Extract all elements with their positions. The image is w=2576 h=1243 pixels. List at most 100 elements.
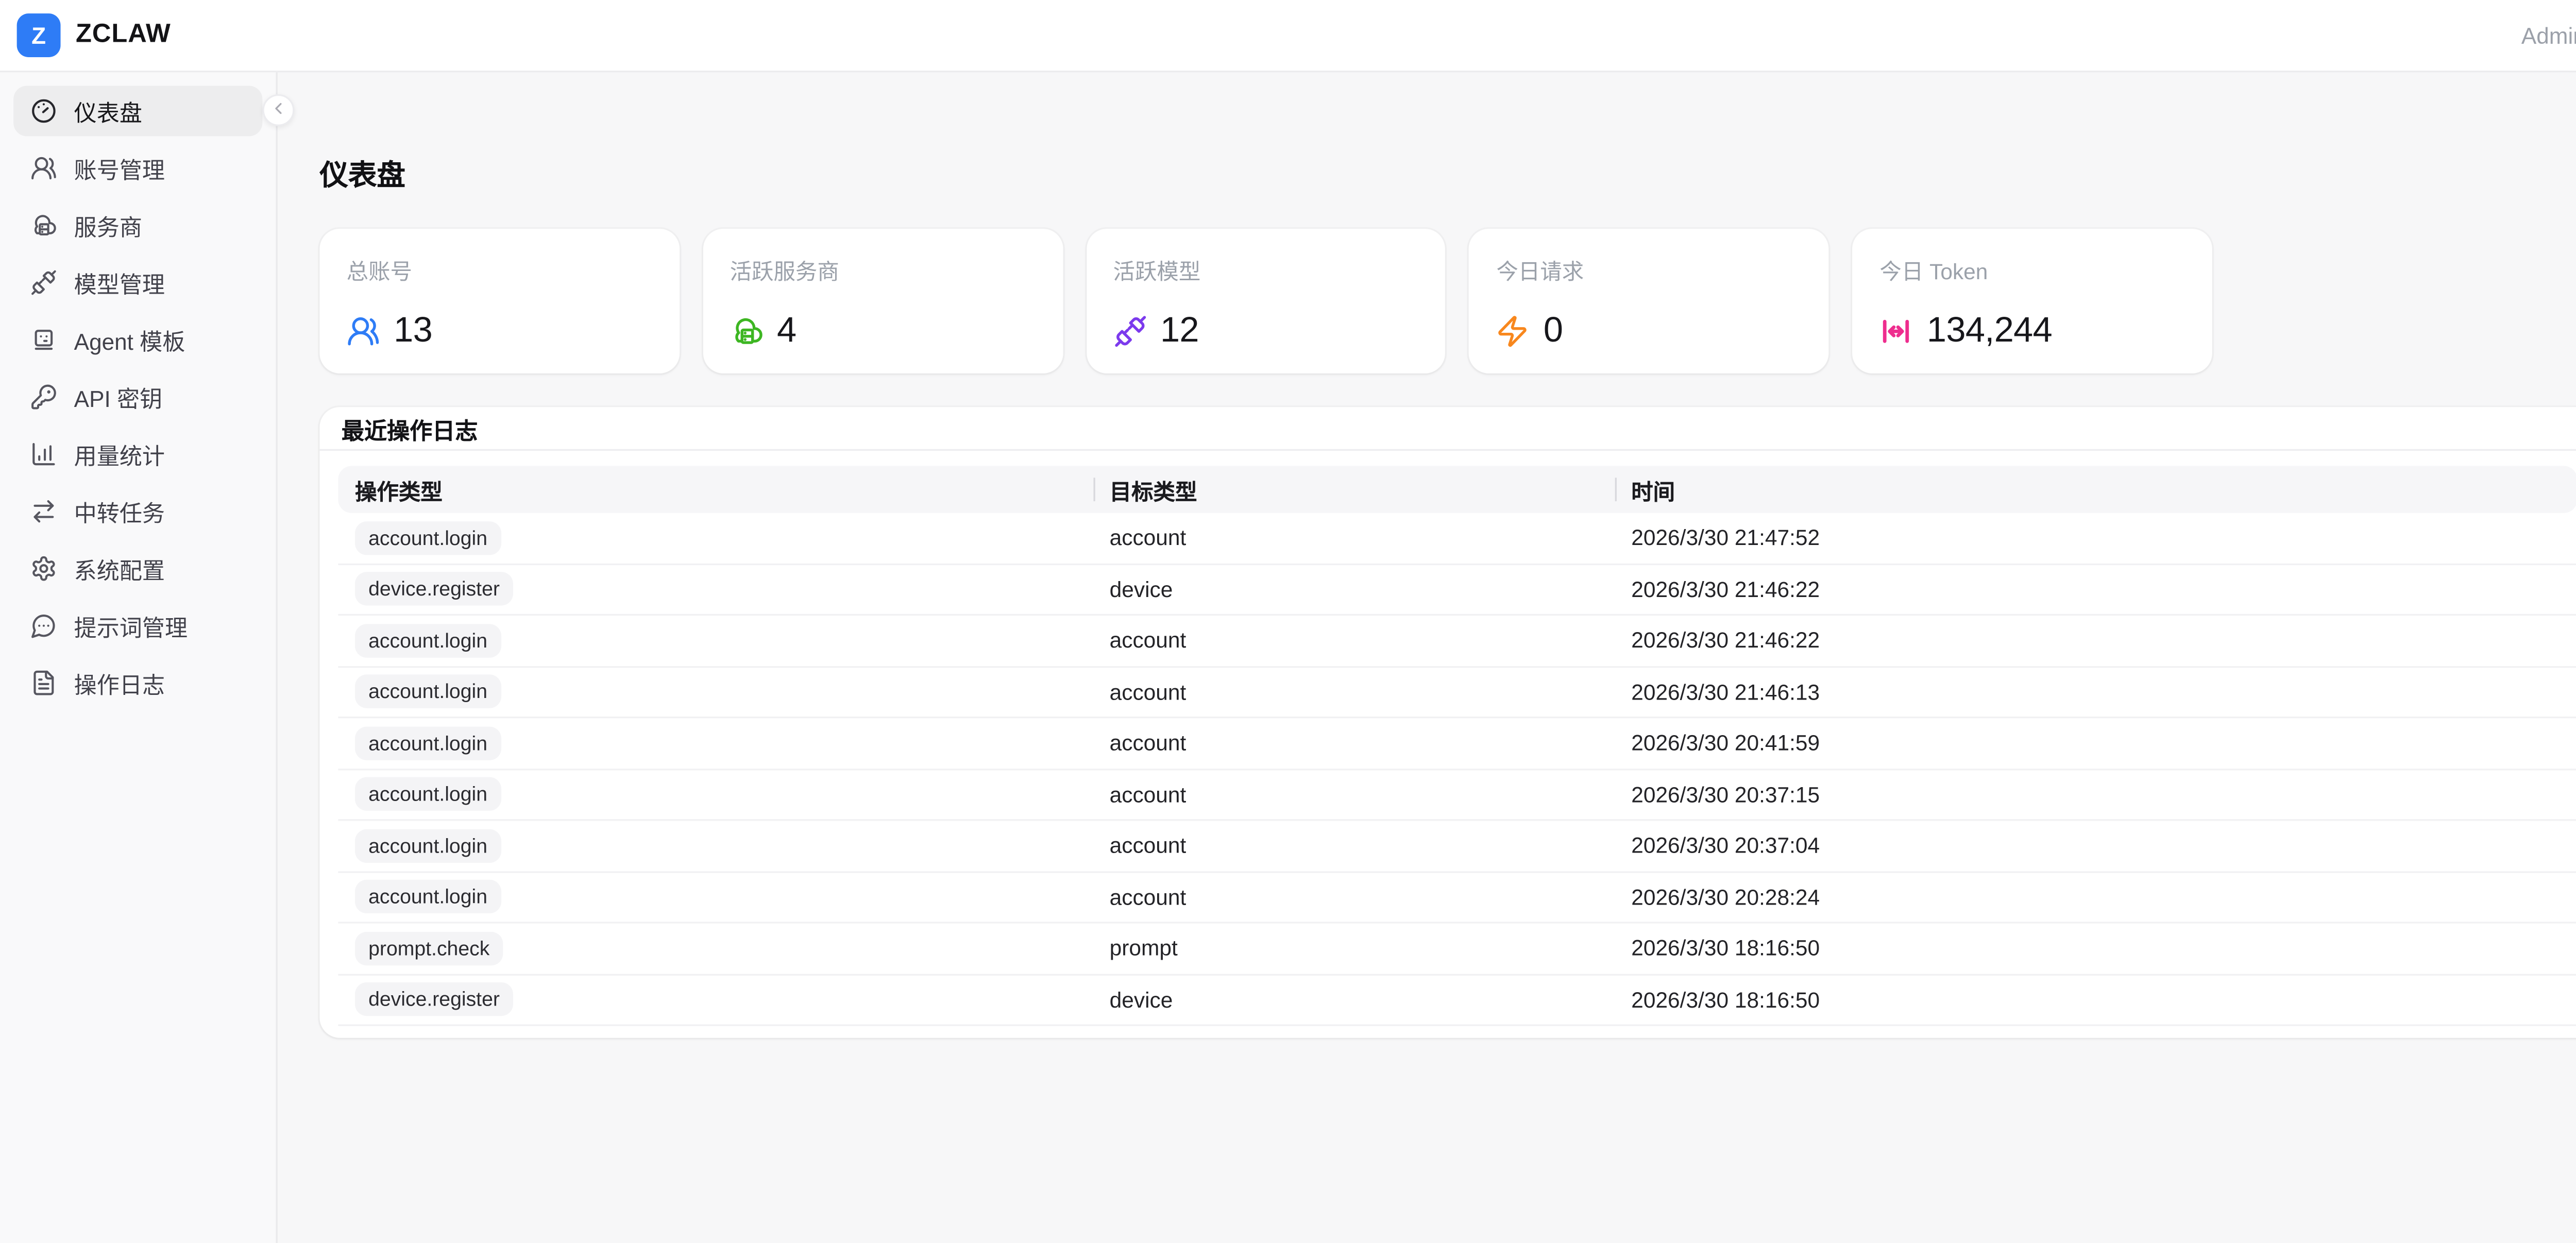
time-cell: 2026/3/30 21:46:22 <box>1615 576 2576 602</box>
brand-logo-letter: Z <box>31 22 46 48</box>
app-header: Z ZCLAW Admin <box>0 0 2576 72</box>
stat-label: 活跃服务商 <box>730 254 1036 286</box>
bot-icon <box>30 326 57 353</box>
sidebar-nav: 仪表盘账号管理服务商模型管理 Agent 模板 API 密钥用量统计中转任务系统配置… <box>13 86 262 708</box>
sidebar-item-label: 系统配置 <box>74 552 165 585</box>
table-row: prompt.checkprompt2026/3/30 18:16:50 <box>338 924 2576 975</box>
sidebar-item-0[interactable]: 仪表盘 <box>13 86 262 137</box>
target-type-cell: account <box>1093 628 1615 653</box>
stat-value: 134,244 <box>1927 311 2052 351</box>
time-cell: 2026/3/30 20:37:04 <box>1615 833 2576 858</box>
sidebar-item-10[interactable]: 操作日志 <box>13 658 262 708</box>
table-row: device.register device2026/3/30 18:16:50 <box>338 975 2576 1026</box>
message-dots-icon <box>30 612 57 639</box>
stat-label: 今日请求 <box>1496 254 1802 286</box>
action-type-badge: prompt.check <box>355 931 503 965</box>
main-content: 仪表盘 总账号13活跃服务商4活跃模型12今日请求0今日 Token134,24… <box>279 72 2576 1243</box>
stat-card-4: 今日 Token134,244 <box>1853 229 2212 373</box>
sidebar-item-6[interactable]: 用量统计 <box>13 429 262 480</box>
sidebar-item-9[interactable]: 提示词管理 <box>13 601 262 651</box>
target-type-cell: account <box>1093 679 1615 704</box>
stat-value: 13 <box>394 311 432 351</box>
time-cell: 2026/3/30 21:47:52 <box>1615 525 2576 551</box>
sidebar-item-4[interactable]: Agent 模板 <box>13 315 262 365</box>
cloud-server-icon <box>30 212 57 239</box>
file-text-icon <box>30 670 57 696</box>
logs-column-header-1: 目标类型 <box>1093 466 1615 513</box>
logs-column-header-2: 时间 <box>1615 466 2576 513</box>
sidebar-item-label: 账号管理 <box>74 151 165 185</box>
zap-icon <box>1496 315 1530 348</box>
sidebar-item-label: 操作日志 <box>74 666 165 700</box>
sidebar-item-1[interactable]: 账号管理 <box>13 143 262 194</box>
time-cell: 2026/3/30 18:16:50 <box>1615 987 2576 1012</box>
table-row: account.loginaccount2026/3/30 21:46:13 <box>338 667 2576 719</box>
action-type-badge: device.register <box>355 572 513 606</box>
sidebar-item-2[interactable]: 服务商 <box>13 200 262 251</box>
action-type-badge: account.login <box>355 521 501 554</box>
action-type-badge: account.login <box>355 829 501 862</box>
action-type-badge: account.login <box>355 777 501 811</box>
action-type-cell: account.login <box>338 675 1093 708</box>
stat-value: 0 <box>1544 311 1563 351</box>
bar-chart-icon <box>30 441 57 468</box>
cloud-server-icon <box>730 315 764 348</box>
time-cell: 2026/3/30 20:37:15 <box>1615 782 2576 807</box>
table-row: account.login account2026/3/30 20:41:59 <box>338 718 2576 770</box>
stat-card-0: 总账号 13 <box>319 229 679 373</box>
target-type-cell: device <box>1093 576 1615 602</box>
action-type-badge: account.login <box>355 675 501 708</box>
action-type-cell: account.login <box>338 624 1093 657</box>
gear-icon <box>30 555 57 582</box>
sidebar-item-label: 服务商 <box>74 209 142 242</box>
target-type-cell: account <box>1093 833 1615 858</box>
brand-logo-icon: Z <box>17 13 61 57</box>
action-type-cell: device.register <box>338 572 1093 606</box>
table-row: device.register device2026/3/30 21:46:22 <box>338 565 2576 616</box>
page-title: 仪表盘 <box>319 151 2576 194</box>
logs-table-body: account.loginaccount2026/3/30 21:47:52de… <box>338 513 2576 1026</box>
target-type-cell: device <box>1093 987 1615 1012</box>
user-menu[interactable]: Admin <box>2521 23 2576 48</box>
logs-table-header: 操作类型目标类型时间 <box>338 466 2576 513</box>
plug-icon <box>30 269 57 296</box>
table-row: account.login account2026/3/30 20:37:04 <box>338 821 2576 872</box>
stat-card-1: 活跃服务商4 <box>703 229 1062 373</box>
stat-card-3: 今日请求 0 <box>1469 229 1829 373</box>
sidebar-item-label: 模型管理 <box>74 266 165 299</box>
sidebar-item-label: 提示词管理 <box>74 609 188 642</box>
stats-grid: 总账号13活跃服务商4活跃模型12今日请求0今日 Token134,244 <box>319 229 2576 373</box>
admin-dashboard: Z ZCLAW Admin 仪表盘账号管理服务商模型管理Agent 模板API … <box>0 0 2576 1243</box>
sidebar-item-label: 仪表盘 <box>74 94 142 128</box>
action-type-cell: account.login <box>338 521 1093 554</box>
action-type-badge: device.register <box>355 983 513 1016</box>
action-type-cell: prompt.check <box>338 931 1093 965</box>
target-type-cell: account <box>1093 782 1615 807</box>
target-type-cell: account <box>1093 730 1615 756</box>
sidebar-item-5[interactable]: API 密钥 <box>13 372 262 422</box>
sidebar-item-8[interactable]: 系统配置 <box>13 543 262 594</box>
stat-label: 活跃模型 <box>1113 254 1419 286</box>
sidebar-item-7[interactable]: 中转任务 <box>13 486 262 537</box>
gauge-icon <box>30 97 57 124</box>
sidebar-item-label: 用量统计 <box>74 437 165 471</box>
time-cell: 2026/3/30 18:16:50 <box>1615 935 2576 961</box>
users-icon <box>347 315 380 348</box>
target-type-cell: account <box>1093 884 1615 910</box>
table-row: account.loginaccount2026/3/30 20:28:24 <box>338 872 2576 924</box>
plug-icon <box>1113 315 1147 348</box>
sidebar-item-3[interactable]: 模型管理 <box>13 258 262 308</box>
action-type-badge: account.login <box>355 880 501 914</box>
logs-table: 操作类型目标类型时间 account.loginaccount2026/3/30… <box>319 451 2576 1038</box>
sidebar-item-label: 中转任务 <box>74 495 165 528</box>
stat-label: 总账号 <box>347 254 653 286</box>
action-type-badge: account.login <box>355 624 501 657</box>
sidebar-collapse-button[interactable] <box>262 94 294 126</box>
sidebar: 仪表盘账号管理服务商模型管理 Agent 模板 API 密钥用量统计中转任务系统配置… <box>0 72 278 1243</box>
action-type-cell: account.login <box>338 726 1093 760</box>
action-type-badge: account.login <box>355 726 501 760</box>
table-row: account.login account2026/3/30 21:47:52 <box>338 513 2576 565</box>
brand: Z ZCLAW <box>17 13 171 57</box>
target-type-cell: account <box>1093 525 1615 551</box>
time-cell: 2026/3/30 20:41:59 <box>1615 730 2576 756</box>
